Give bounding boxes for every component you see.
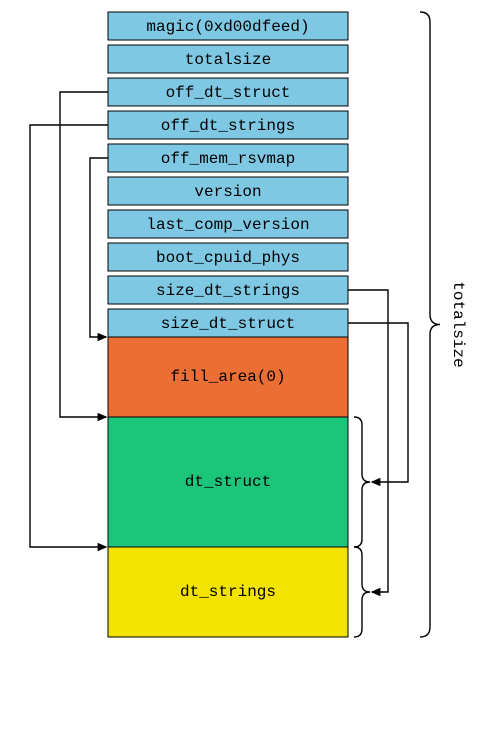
field-magic: magic(0xd00dfeed) bbox=[108, 12, 348, 40]
svg-text:off_mem_rsvmap: off_mem_rsvmap bbox=[161, 150, 295, 168]
field-boot-cpuid-phys: boot_cpuid_phys bbox=[108, 243, 348, 271]
brace-totalsize bbox=[420, 12, 440, 637]
svg-text:boot_cpuid_phys: boot_cpuid_phys bbox=[156, 249, 300, 267]
svg-text:version: version bbox=[194, 183, 261, 201]
arrow-off-mem-rsvmap bbox=[90, 158, 108, 337]
field-off-mem-rsvmap: off_mem_rsvmap bbox=[108, 144, 348, 172]
arrow-off-dt-struct bbox=[60, 92, 108, 417]
brace-dt-strings bbox=[354, 547, 370, 637]
svg-text:size_dt_strings: size_dt_strings bbox=[156, 282, 300, 300]
svg-text:fill_area(0): fill_area(0) bbox=[170, 368, 285, 386]
field-size-dt-strings: size_dt_strings bbox=[108, 276, 348, 304]
svg-text:magic(0xd00dfeed): magic(0xd00dfeed) bbox=[146, 18, 309, 36]
brace-dt-struct bbox=[354, 417, 370, 547]
arrow-off-dt-strings bbox=[30, 125, 108, 547]
section-dt-struct: dt_struct bbox=[108, 417, 348, 547]
field-off-dt-strings: off_dt_strings bbox=[108, 111, 348, 139]
arrow-size-dt-struct bbox=[348, 323, 408, 482]
label-totalsize: totalsize bbox=[449, 281, 467, 367]
svg-text:off_dt_struct: off_dt_struct bbox=[166, 84, 291, 102]
svg-text:off_dt_strings: off_dt_strings bbox=[161, 117, 295, 135]
svg-text:dt_strings: dt_strings bbox=[180, 583, 276, 601]
svg-text:last_comp_version: last_comp_version bbox=[146, 216, 309, 234]
svg-text:totalsize: totalsize bbox=[185, 51, 271, 69]
section-fill-area: fill_area(0) bbox=[108, 337, 348, 417]
section-dt-strings: dt_strings bbox=[108, 547, 348, 637]
field-off-dt-struct: off_dt_struct bbox=[108, 78, 348, 106]
header-group: magic(0xd00dfeed) totalsize off_dt_struc… bbox=[108, 12, 348, 337]
field-size-dt-struct: size_dt_struct bbox=[108, 309, 348, 337]
field-version: version bbox=[108, 177, 348, 205]
field-totalsize: totalsize bbox=[108, 45, 348, 73]
svg-text:dt_struct: dt_struct bbox=[185, 473, 271, 491]
svg-text:size_dt_struct: size_dt_struct bbox=[161, 315, 295, 333]
field-last-comp-version: last_comp_version bbox=[108, 210, 348, 238]
